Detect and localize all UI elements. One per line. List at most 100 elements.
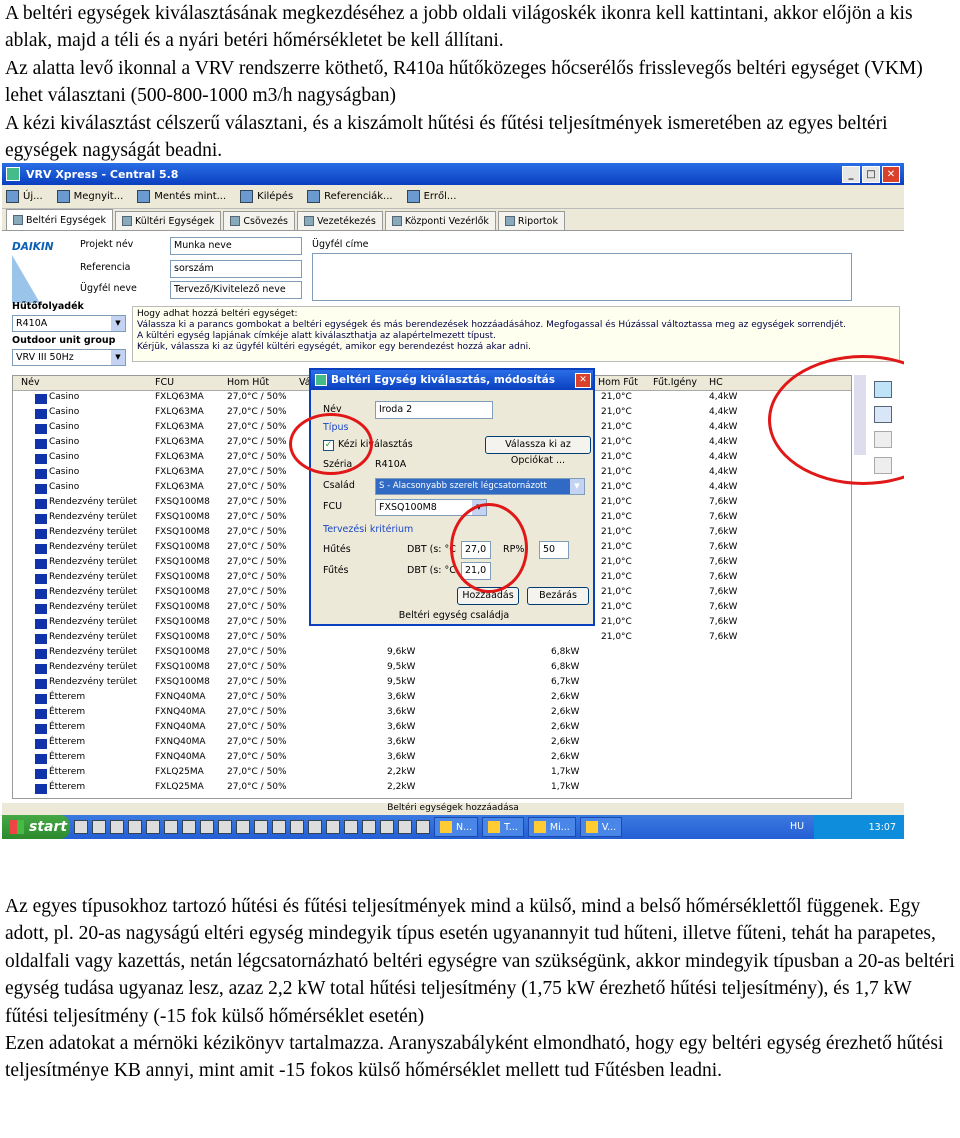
quicklaunch-icon[interactable] [182,820,196,834]
quicklaunch-icon[interactable] [128,820,142,834]
taskbar-item[interactable]: N... [434,817,479,837]
open-button[interactable]: Megnyit... [56,190,123,203]
indoor-unit-icon [35,784,47,794]
address-input[interactable] [312,253,852,301]
family-select[interactable]: S - Alacsonyabb szerelt légcsatornázott ▼ [375,478,585,495]
quicklaunch-icon[interactable] [398,820,412,834]
quicklaunch-icon[interactable] [254,820,268,834]
dialog-close-button[interactable]: ✕ [575,372,591,388]
table-row[interactable]: Étterem FXNQ40MA 27,0°C / 50% 3,6kW 2,6kW [13,736,851,751]
quicklaunch-icon[interactable] [272,820,286,834]
indoor-unit-icon [35,619,47,629]
vrv-xpress-screenshot: VRV Xpress - Central 5.8 _ □ ✕ Új... Meg… [2,163,904,839]
tab-outdoor-units[interactable]: Kültéri Egységek [114,211,222,230]
quicklaunch-icon[interactable] [362,820,376,834]
table-row[interactable]: Étterem FXNQ40MA 27,0°C / 50% 3,6kW 2,6kW [13,721,851,736]
tab-piping[interactable]: Csövezés [223,211,296,230]
table-cell: 3,6kW [387,737,416,747]
table-cell: Casino [49,452,80,462]
maximize-button[interactable]: □ [862,165,880,183]
quicklaunch-icon[interactable] [380,820,394,834]
save-as-button[interactable]: Mentés mint... [137,190,226,203]
cooling-label: Hűtés [323,544,351,555]
minimize-button[interactable]: _ [842,165,860,183]
new-button[interactable]: Új... [6,190,43,203]
family-button[interactable]: Beltéri egység családja [395,608,513,626]
quicklaunch-icon[interactable] [218,820,232,834]
table-cell: Étterem [49,752,86,762]
table-row[interactable]: Rendezvény terület FXSQ100M8 27,0°C / 50% 9… [13,676,851,691]
quicklaunch-icon[interactable] [290,820,304,834]
quicklaunch-icon[interactable] [110,820,124,834]
table-cell: 27,0°C / 50% [227,572,287,582]
about-button[interactable]: Erről... [406,190,456,203]
table-row[interactable]: Étterem FXLQ25MA 27,0°C / 50% 2,2kW 1,7kW [13,766,851,781]
quicklaunch-icon[interactable] [164,820,178,834]
table-row[interactable]: Étterem FXNQ40MA 27,0°C / 50% 3,6kW 2,6kW [13,706,851,721]
tab-central-controllers[interactable]: Központi Vezérlők [384,211,496,230]
table-cell: 6,7kW [551,677,580,687]
close-dialog-button[interactable]: Bezárás [527,587,589,605]
table-cell: FXSQ100M8 [155,587,210,597]
table-cell: 1,7kW [551,767,580,777]
quicklaunch-icon[interactable] [74,820,88,834]
choose-options-button[interactable]: Válassza ki az Opciókat ... [485,436,591,466]
refrigerant-select[interactable]: R410A ▼ [12,315,126,332]
table-row[interactable]: Rendezvény terület FXSQ100M8 27,0°C / 50% 9… [13,646,851,661]
start-button[interactable]: start [2,815,70,839]
table-row[interactable]: Rendezvény terület FXSQ100M8 27,0°C / 50% 9… [13,661,851,676]
table-cell: 7,6kW [709,632,738,642]
column-header: Hom Fűt [598,377,638,388]
table-cell: 3,6kW [387,722,416,732]
quicklaunch-icon[interactable] [200,820,214,834]
quicklaunch-icon[interactable] [326,820,340,834]
taskbar-item[interactable]: Mi... [527,817,576,837]
tab-indoor-units[interactable]: Beltéri Egységek [6,209,113,230]
table-cell: Étterem [49,692,86,702]
quicklaunch-icon[interactable] [92,820,106,834]
table-cell: Rendezvény terület [49,557,137,567]
project-label: Projekt név [80,239,134,250]
exit-button[interactable]: Kilépés [240,190,293,203]
window-icon [488,821,501,833]
quicklaunch-icon[interactable] [416,820,430,834]
table-row[interactable]: Étterem FXLQ25MA 27,0°C / 50% 2,2kW 1,7kW [13,781,851,796]
references-button[interactable]: Referenciák... [307,190,393,203]
quicklaunch-icon[interactable] [146,820,160,834]
open-icon [56,190,70,203]
table-row[interactable]: Étterem FXNQ40MA 27,0°C / 50% 3,6kW 2,6kW [13,691,851,706]
language-indicator[interactable]: HU [790,821,804,832]
table-row[interactable]: Étterem FXNQ40MA 27,0°C / 50% 3,6kW 2,6kW [13,751,851,766]
project-input[interactable]: Munka neve [170,237,302,255]
close-button[interactable]: ✕ [882,165,900,183]
table-cell: 21,0°C [601,542,632,552]
table-cell: 21,0°C [601,617,632,627]
quicklaunch-icon[interactable] [344,820,358,834]
table-cell: 27,0°C / 50% [227,497,287,507]
taskbar-item[interactable]: V... [579,817,623,837]
indoor-unit-icon [35,439,47,449]
taskbar-item[interactable]: T... [482,817,524,837]
tab-wiring[interactable]: Vezetékezés [297,211,383,230]
chevron-down-icon: ▼ [111,350,125,365]
quicklaunch-icon[interactable] [236,820,250,834]
client-input[interactable]: Tervező/Kivitelező neve [170,281,302,299]
report-icon [504,216,515,226]
rh-input[interactable]: 50 [539,541,569,559]
tab-reports[interactable]: Riportok [497,211,565,230]
table-cell: 27,0°C / 50% [227,767,287,777]
table-cell: 3,6kW [387,692,416,702]
table-row[interactable]: Rendezvény terület FXSQ100M8 27,0°C / 50% 2… [13,631,851,646]
table-cell: 27,0°C / 50% [227,422,287,432]
quicklaunch-icon[interactable] [308,820,322,834]
outdoor-group-select[interactable]: VRV III 50Hz ▼ [12,349,126,366]
reference-input[interactable]: sorszám [170,260,302,278]
help-box: Hogy adhat hozzá beltéri egységet: Válas… [132,306,900,362]
table-cell: 7,6kW [709,617,738,627]
table-cell: 9,6kW [387,647,416,657]
table-cell: Casino [49,467,80,477]
dialog-icon [315,374,327,386]
clock: 13:07 [868,821,896,833]
name-input[interactable]: Iroda 2 [375,401,493,419]
table-cell: 27,0°C / 50% [227,707,287,717]
